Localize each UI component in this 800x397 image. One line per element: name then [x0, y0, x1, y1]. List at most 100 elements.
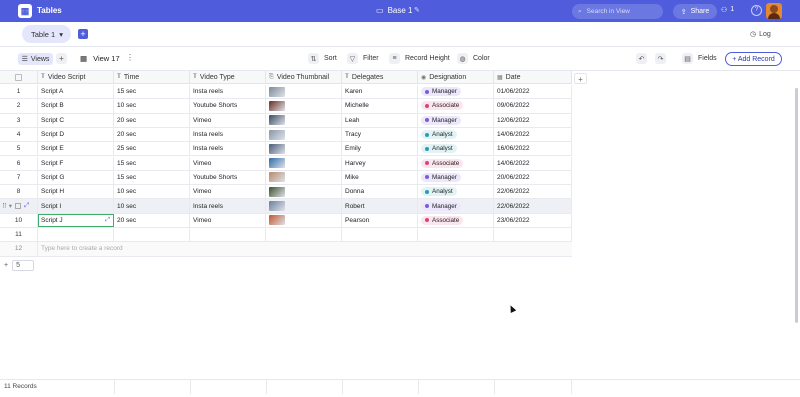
cell-delegate[interactable]: Mike — [342, 170, 418, 185]
table-row[interactable]: 1 Script A 15 sec Insta reels Karen Manager 01… — [0, 85, 572, 100]
cell-designation[interactable]: Analyst — [418, 142, 494, 156]
redo-button[interactable]: ↷ — [655, 53, 666, 64]
video-thumbnail[interactable] — [269, 129, 285, 140]
cell-script[interactable]: Script D — [38, 127, 114, 142]
column-header[interactable]: ⎘ Video Thumbnail — [266, 71, 342, 84]
video-thumbnail[interactable] — [269, 143, 285, 154]
cell-date[interactable]: 22/06/2022 — [494, 185, 572, 199]
undo-button[interactable]: ↶ — [636, 53, 647, 64]
cell-date[interactable]: 16/06/2022 — [494, 142, 572, 156]
cell-type[interactable]: Youtube Shorts — [190, 170, 266, 185]
add-table-button[interactable]: + — [78, 29, 88, 39]
cell-time[interactable]: 15 sec — [114, 170, 190, 185]
column-header[interactable]: ▦ Date — [494, 71, 572, 84]
cell-script[interactable]: Script F — [38, 156, 114, 170]
column-header[interactable]: 𝐓 Delegates — [342, 71, 418, 84]
cell-thumb[interactable] — [266, 156, 342, 170]
cell-type[interactable]: Insta reels — [190, 199, 266, 213]
cell-script[interactable]: Script E — [38, 142, 114, 156]
video-thumbnail[interactable] — [269, 201, 285, 212]
cell-time[interactable]: 20 sec — [114, 213, 190, 227]
cell-type[interactable]: Vimeo — [190, 213, 266, 227]
cell-date[interactable]: 12/06/2022 — [494, 113, 572, 127]
video-thumbnail[interactable] — [269, 172, 285, 183]
create-record-row[interactable]: 12 Type here to create a record — [0, 242, 572, 257]
table-row[interactable]: 8 Script H 10 sec Vimeo Donna Analyst 22/06/20… — [0, 185, 572, 200]
video-thumbnail[interactable] — [269, 115, 285, 126]
avatar[interactable] — [766, 3, 782, 19]
page-add-icon[interactable]: + — [4, 262, 8, 269]
page-size-input[interactable]: 5 — [12, 260, 35, 271]
expand-cell-icon[interactable]: ⤢ — [105, 217, 110, 224]
edit-base-icon[interactable]: ✎ — [414, 6, 420, 14]
cell-date[interactable]: 20/06/2022 — [494, 170, 572, 185]
cell-designation[interactable]: Manager — [418, 170, 494, 185]
table-row[interactable]: 7 Script G 15 sec Youtube Shorts Mike Manager… — [0, 170, 572, 186]
cell-time[interactable]: 20 sec — [114, 113, 190, 127]
search-input[interactable]: ⌕ Search in View — [572, 4, 663, 19]
cell-designation[interactable] — [418, 228, 494, 242]
members-button[interactable]: ⚇ 1 — [721, 6, 734, 14]
table-row[interactable]: 2 Script B 10 sec Youtube Shorts Michelle Ass… — [0, 99, 572, 114]
cell-date[interactable]: 22/06/2022 — [494, 199, 572, 213]
cell-designation[interactable]: Associate — [418, 99, 494, 113]
cell-script[interactable]: Script J ⤢ — [38, 213, 114, 227]
cell-script[interactable]: Script I — [38, 199, 114, 213]
cell-thumb[interactable] — [266, 199, 342, 213]
cell-designation[interactable]: Manager — [418, 199, 494, 213]
tab-table-1[interactable]: Table 1 ▾ — [22, 25, 71, 43]
log-button[interactable]: ◷ Log — [750, 30, 771, 39]
cell-designation[interactable]: Associate — [418, 213, 494, 227]
cell-delegate[interactable]: Emily — [342, 142, 418, 156]
cell-delegate[interactable]: Karen — [342, 85, 418, 99]
create-record-placeholder[interactable]: Type here to create a record — [38, 242, 572, 255]
cell-time[interactable]: 15 sec — [114, 85, 190, 99]
cell-script[interactable]: Script A — [38, 85, 114, 99]
add-view-button[interactable]: + — [56, 53, 67, 64]
column-header[interactable]: 𝐓 Video Script — [38, 71, 114, 84]
table-row[interactable]: 5 Script E 25 sec Insta reels Emily Analyst 16… — [0, 142, 572, 157]
drag-handle-icon[interactable]: ⠿ — [2, 202, 7, 210]
fields-button[interactable]: ▤ Fields — [682, 53, 717, 64]
cell-time[interactable]: 10 sec — [114, 99, 190, 113]
cell-time[interactable] — [114, 228, 190, 242]
cell-script[interactable]: Script B — [38, 99, 114, 113]
table-row[interactable]: ⠿ ▾ ⤢ Script I 10 sec Insta reels Robert Manage… — [0, 199, 572, 214]
share-button[interactable]: ⇪ Share — [673, 4, 717, 19]
cell-date[interactable]: 23/06/2022 — [494, 213, 572, 227]
cell-designation[interactable]: Manager — [418, 85, 494, 99]
app-title[interactable]: Tables — [37, 6, 62, 15]
column-header[interactable]: 𝐓 Time — [114, 71, 190, 84]
cell-time[interactable]: 10 sec — [114, 185, 190, 199]
cell-date[interactable] — [494, 228, 572, 242]
cell-time[interactable]: 15 sec — [114, 156, 190, 170]
cell-type[interactable]: Vimeo — [190, 185, 266, 199]
cell-delegate[interactable]: Pearson — [342, 213, 418, 227]
cell-type[interactable]: Insta reels — [190, 127, 266, 142]
cell-designation[interactable]: Manager — [418, 113, 494, 127]
cell-date[interactable]: 14/06/2022 — [494, 156, 572, 170]
video-thumbnail[interactable] — [269, 86, 285, 97]
cell-type[interactable]: Insta reels — [190, 85, 266, 99]
add-column-button[interactable]: + — [574, 73, 587, 84]
color-button[interactable]: ◍ Color — [457, 53, 490, 64]
app-logo-icon[interactable]: ▦ — [18, 4, 32, 18]
cell-delegate[interactable]: Leah — [342, 113, 418, 127]
cell-thumb[interactable] — [266, 185, 342, 199]
cell-delegate[interactable]: Harvey — [342, 156, 418, 170]
cell-designation[interactable]: Analyst — [418, 185, 494, 199]
cell-thumb[interactable] — [266, 99, 342, 113]
column-header[interactable]: 𝐓 Video Type — [190, 71, 266, 84]
cell-script[interactable] — [38, 228, 114, 242]
cell-time[interactable]: 25 sec — [114, 142, 190, 156]
cell-date[interactable]: 14/06/2022 — [494, 127, 572, 142]
column-header[interactable]: ◉ Designation — [418, 71, 494, 84]
table-row[interactable]: 4 Script D 20 sec Insta reels Tracy Analyst 14… — [0, 127, 572, 143]
cell-thumb[interactable] — [266, 113, 342, 127]
cell-designation[interactable]: Associate — [418, 156, 494, 170]
add-record-button[interactable]: + Add Record — [725, 52, 782, 66]
record-height-button[interactable]: ≡ Record Height — [389, 53, 450, 64]
sort-button[interactable]: ⇅ Sort — [308, 53, 337, 64]
select-all-checkbox[interactable] — [15, 73, 22, 81]
cell-type[interactable]: Insta reels — [190, 142, 266, 156]
